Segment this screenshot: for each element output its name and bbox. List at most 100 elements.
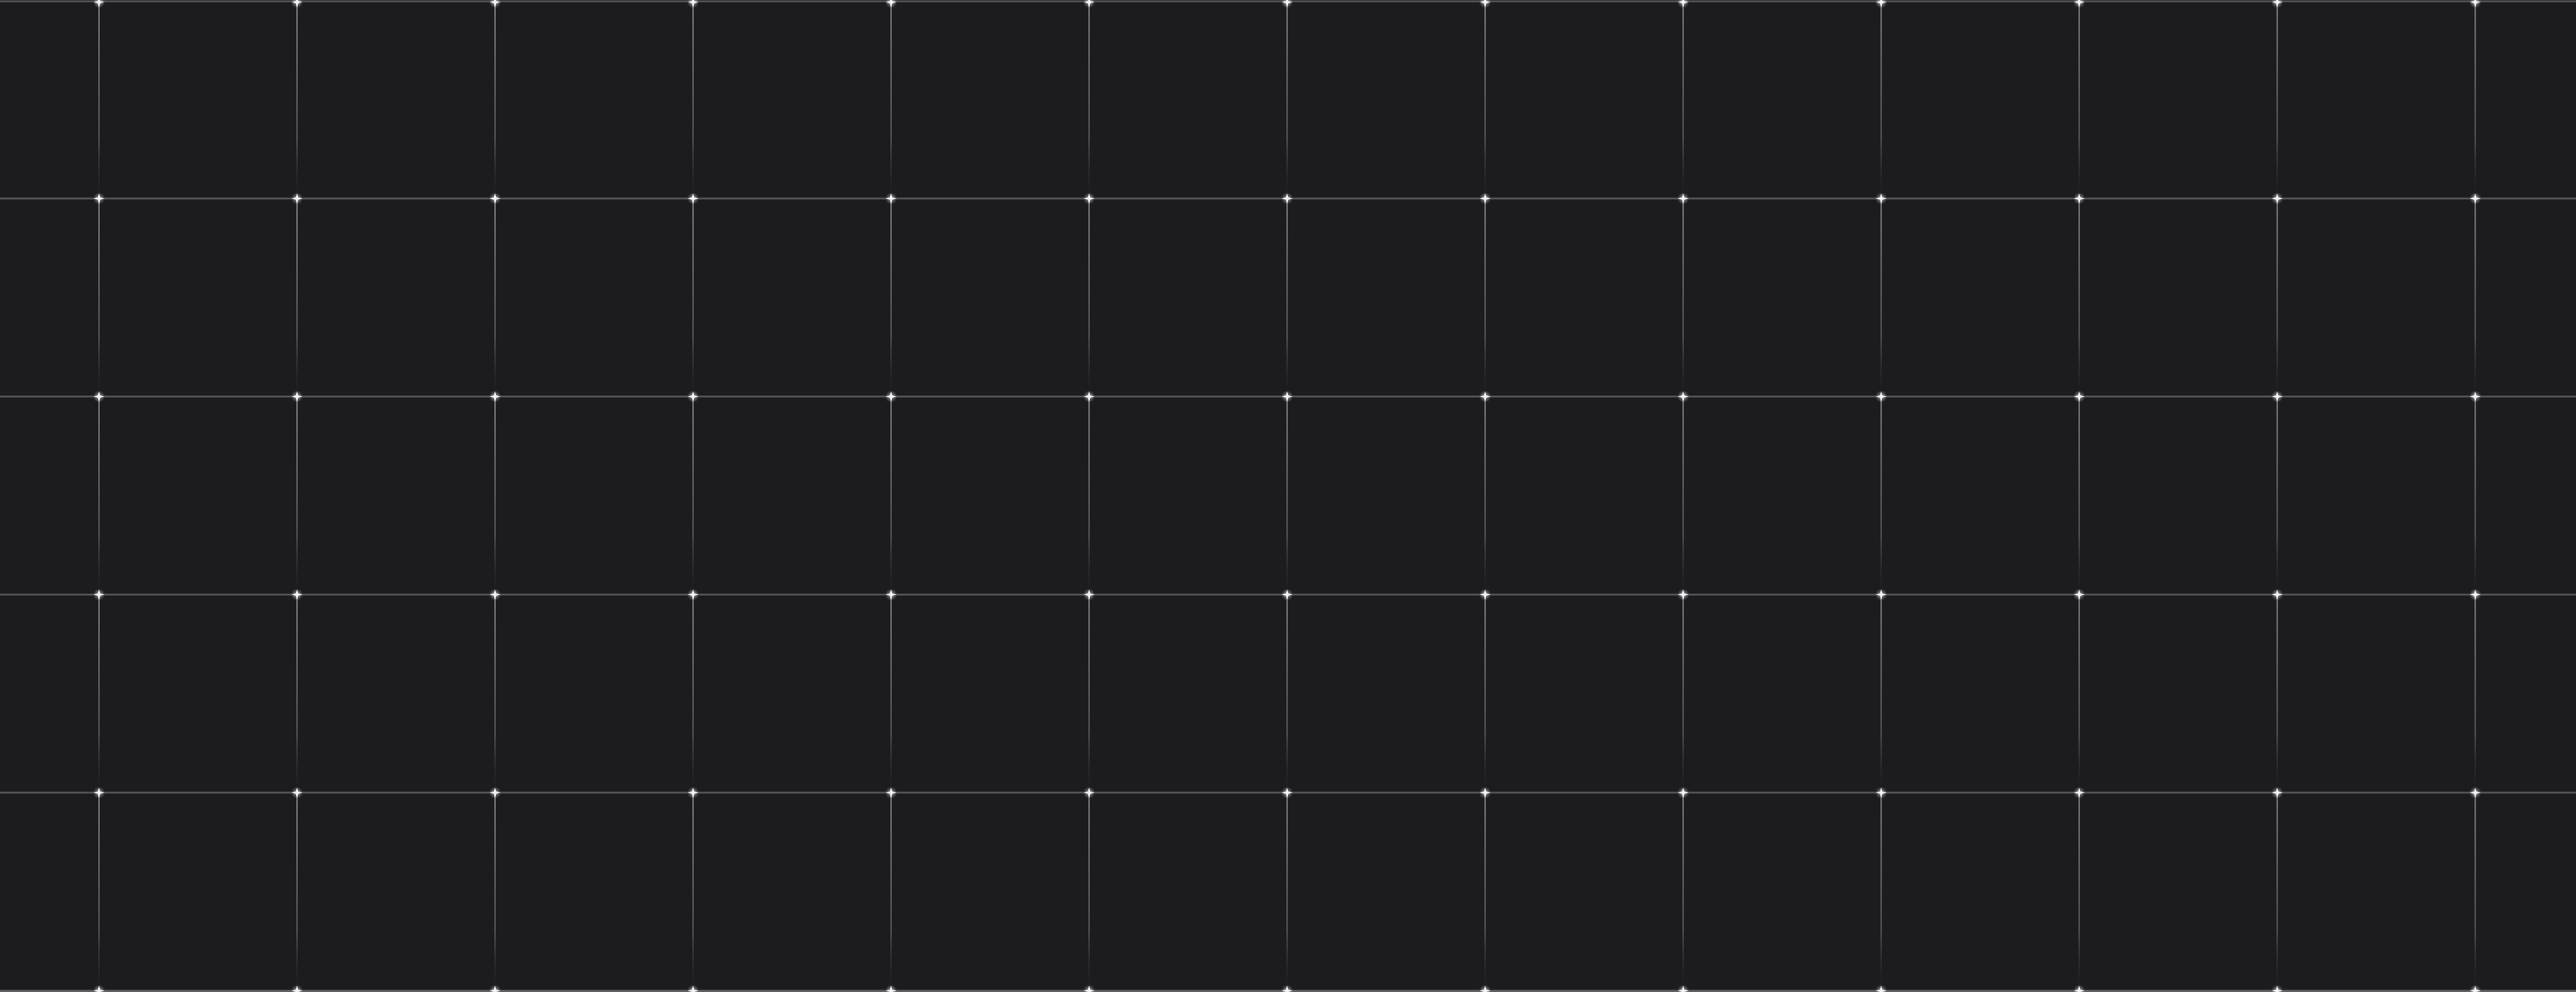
sparkle-icon [489, 588, 501, 601]
sparkle-icon [2271, 786, 2283, 799]
grid-vertical-line [1484, 594, 1486, 792]
grid-vertical-line [2474, 198, 2476, 396]
sparkle-icon [1083, 192, 1095, 205]
sparkle-icon [1083, 786, 1095, 799]
grid-vertical-line [692, 0, 694, 198]
grid-vertical-line [1286, 594, 1288, 792]
grid-vertical-line [98, 594, 100, 792]
sparkle-icon [489, 0, 501, 9]
sparkle-icon [291, 786, 303, 799]
grid-vertical-line [1682, 792, 1684, 990]
grid-vertical-line [1088, 198, 1090, 396]
grid-vertical-line [494, 198, 496, 396]
sparkle-icon [1281, 786, 1293, 799]
sparkle-icon [93, 984, 105, 992]
sparkle-icon [885, 390, 897, 403]
sparkle-icon [2073, 0, 2085, 9]
grid-vertical-line [1286, 198, 1288, 396]
sparkle-icon [1281, 0, 1293, 9]
grid-vertical-line [2078, 792, 2080, 990]
sparkle-icon [687, 0, 699, 9]
sparkle-icon [2271, 588, 2283, 601]
sparkle-icon [2073, 984, 2085, 992]
grid-vertical-line [1880, 594, 1882, 792]
sparkle-icon [489, 786, 501, 799]
grid-vertical-line [2276, 198, 2278, 396]
grid-vertical-line [494, 396, 496, 594]
sparkle-icon [93, 390, 105, 403]
background-grid [0, 0, 2576, 992]
sparkle-icon [2271, 984, 2283, 992]
grid-vertical-line [1286, 792, 1288, 990]
sparkle-icon [885, 984, 897, 992]
grid-vertical-line [2474, 0, 2476, 198]
grid-vertical-line [1286, 0, 1288, 198]
sparkle-icon [291, 984, 303, 992]
sparkle-icon [1875, 984, 1887, 992]
grid-vertical-line [2276, 0, 2278, 198]
sparkle-icon [2073, 192, 2085, 205]
grid-vertical-line [296, 594, 298, 792]
grid-vertical-line [98, 0, 100, 198]
grid-vertical-line [1682, 198, 1684, 396]
grid-vertical-line [296, 396, 298, 594]
sparkle-icon [1281, 192, 1293, 205]
sparkle-icon [1875, 192, 1887, 205]
sparkle-icon [1677, 984, 1689, 992]
grid-vertical-line [296, 792, 298, 990]
sparkle-icon [1875, 390, 1887, 403]
grid-vertical-line [98, 792, 100, 990]
sparkle-icon [2469, 0, 2481, 9]
sparkle-icon [1083, 390, 1095, 403]
sparkle-icon [1875, 786, 1887, 799]
grid-vertical-line [1880, 396, 1882, 594]
sparkle-icon [489, 192, 501, 205]
sparkle-icon [291, 192, 303, 205]
grid-vertical-line [1484, 0, 1486, 198]
grid-vertical-line [890, 594, 892, 792]
grid-vertical-line [2078, 396, 2080, 594]
grid-vertical-line [2078, 594, 2080, 792]
sparkle-icon [1083, 984, 1095, 992]
grid-vertical-line [2474, 396, 2476, 594]
grid-vertical-line [1088, 594, 1090, 792]
sparkle-icon [687, 588, 699, 601]
grid-vertical-line [1880, 792, 1882, 990]
sparkle-icon [687, 192, 699, 205]
sparkle-icon [1479, 192, 1491, 205]
grid-lines [0, 0, 2576, 992]
sparkle-icon [1677, 390, 1689, 403]
grid-vertical-line [1088, 0, 1090, 198]
sparkle-icon [2271, 192, 2283, 205]
sparkle-icon [1281, 588, 1293, 601]
grid-vertical-line [2276, 594, 2278, 792]
sparkle-icon [2271, 390, 2283, 403]
sparkle-icon [1479, 984, 1491, 992]
sparkle-icon [885, 192, 897, 205]
sparkle-icon [1479, 786, 1491, 799]
grid-vertical-line [98, 198, 100, 396]
grid-vertical-line [2474, 594, 2476, 792]
sparkle-icon [1875, 0, 1887, 9]
sparkle-icon [885, 588, 897, 601]
grid-vertical-line [1682, 396, 1684, 594]
sparkle-icon [1479, 588, 1491, 601]
grid-vertical-line [494, 0, 496, 198]
grid-vertical-line [1484, 396, 1486, 594]
sparkle-icon [291, 588, 303, 601]
grid-vertical-line [1484, 198, 1486, 396]
grid-vertical-line [692, 396, 694, 594]
sparkle-icon [1479, 390, 1491, 403]
sparkle-icon [2469, 192, 2481, 205]
sparkle-icon [93, 0, 105, 9]
sparkle-icon [1677, 0, 1689, 9]
grid-vertical-line [1088, 792, 1090, 990]
sparkle-icon [291, 0, 303, 9]
sparkle-icon [93, 786, 105, 799]
sparkle-icon [2469, 588, 2481, 601]
grid-vertical-line [692, 792, 694, 990]
grid-vertical-line [494, 594, 496, 792]
sparkle-icon [93, 192, 105, 205]
grid-vertical-line [890, 0, 892, 198]
sparkle-icon [1083, 0, 1095, 9]
